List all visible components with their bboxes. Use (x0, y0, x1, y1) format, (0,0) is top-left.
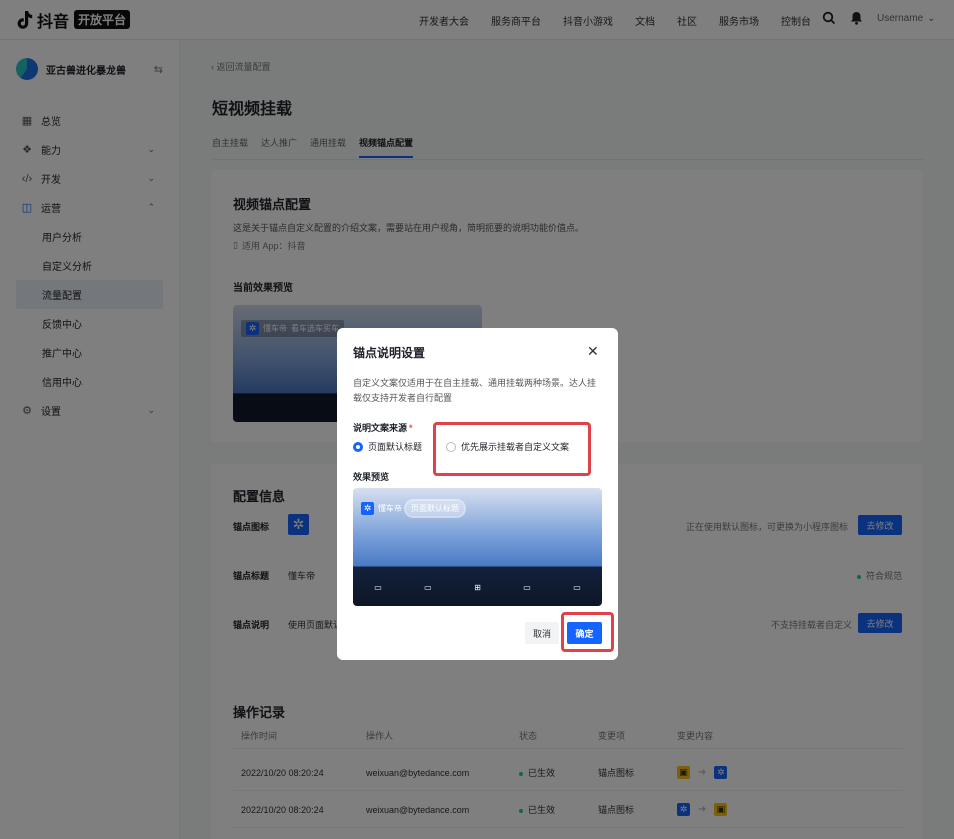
preview-anchor-tag: ✲ 懂车帝 页面默认标题 (361, 501, 464, 516)
nav-dot: ▭ (374, 582, 382, 592)
radio-checked-icon (353, 441, 363, 452)
highlight-custom-option (433, 422, 591, 476)
close-icon[interactable]: ✕ (587, 344, 599, 358)
radio-default-title[interactable]: 页面默认标题 (353, 440, 422, 453)
required-mark: * (409, 423, 413, 433)
highlight-confirm-button (561, 612, 614, 652)
add-icon: ⊞ (474, 582, 481, 592)
radio-label: 页面默认标题 (368, 442, 423, 452)
preview-anchor-highlight: 页面默认标题 (406, 501, 464, 516)
anchor-logo-icon: ✲ (361, 502, 374, 515)
modal-title: 锚点说明设置 (353, 346, 426, 360)
source-label-text: 说明文案来源 (353, 423, 408, 433)
cancel-button[interactable]: 取消 (525, 622, 559, 644)
modal-desc: 自定义文案仅适用于在自主挂载、通用挂载两种场景。达人挂载仅支持开发者自行配置 (353, 378, 597, 403)
source-label: 说明文案来源 * (353, 421, 413, 434)
preview-label: 效果预览 (353, 472, 390, 482)
effect-preview: ✲ 懂车帝 页面默认标题 ▭ ▭ ⊞ ▭ ▭ (353, 488, 602, 606)
nav-dot: ▭ (573, 582, 581, 592)
nav-dot: ▭ (424, 582, 432, 592)
preview-nav-bar: ▭ ▭ ⊞ ▭ ▭ (353, 576, 602, 598)
anchor-desc-modal: 锚点说明设置 ✕ 自定义文案仅适用于在自主挂载、通用挂载两种场景。达人挂载仅支持… (337, 328, 618, 660)
nav-dot: ▭ (523, 582, 531, 592)
preview-anchor-name: 懂车帝 (378, 504, 402, 513)
